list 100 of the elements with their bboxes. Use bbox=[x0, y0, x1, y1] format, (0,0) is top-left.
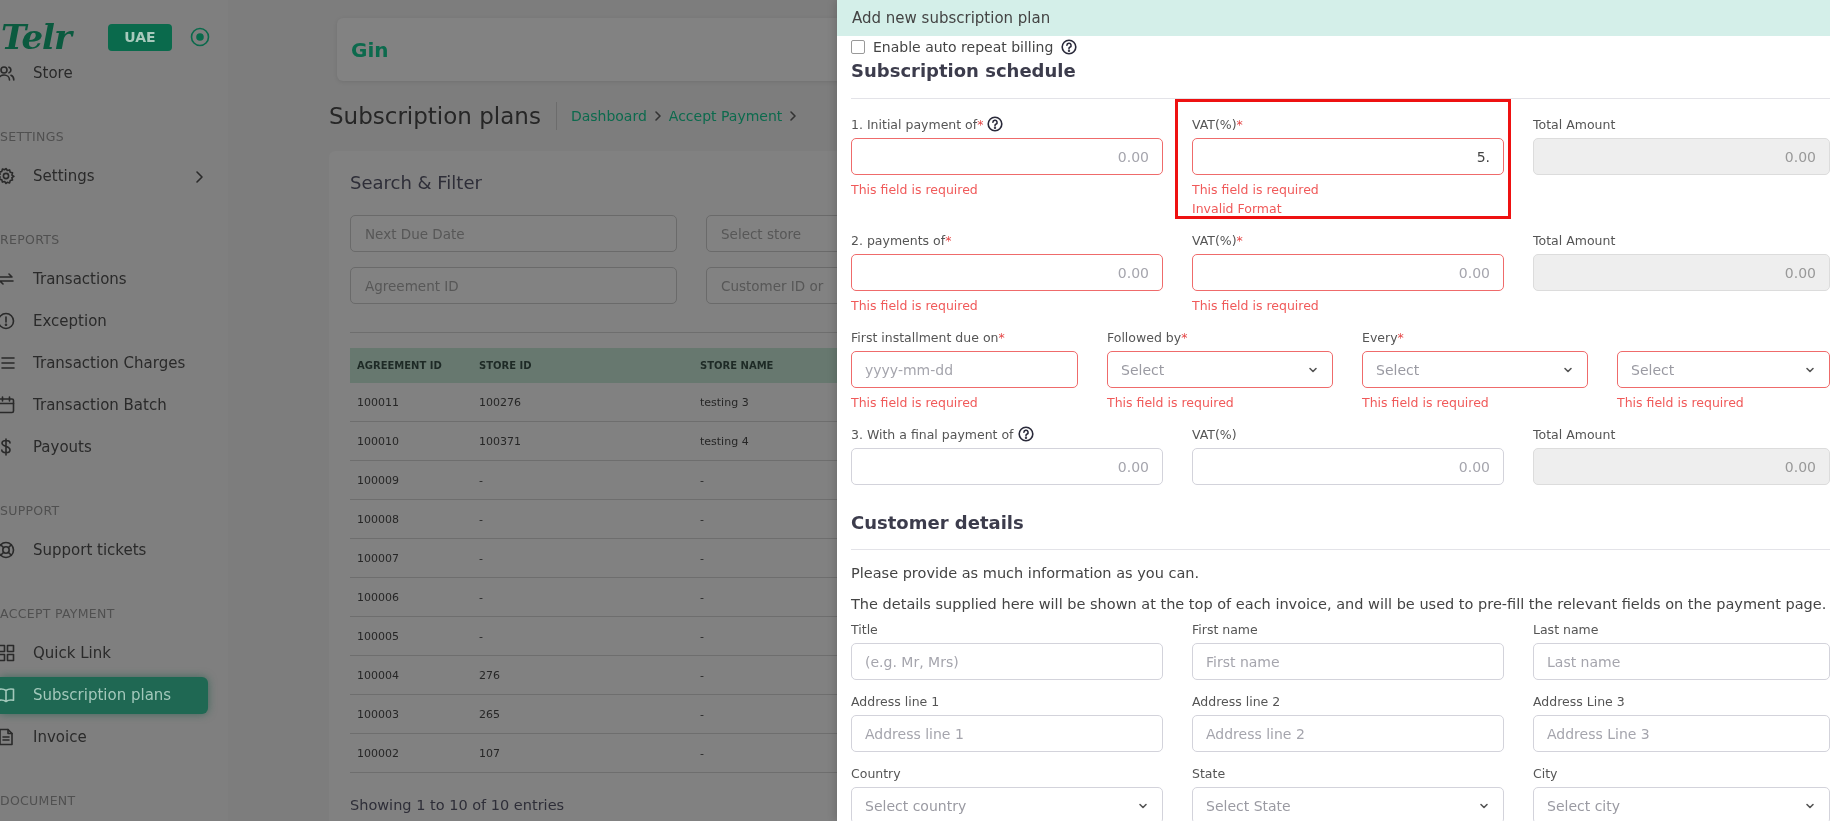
error-message: This field is required bbox=[851, 181, 979, 199]
table-cell-text: 100010 bbox=[356, 434, 400, 448]
sidebar-item[interactable]: Subscription plans bbox=[0, 676, 208, 714]
field-label: Total Amount bbox=[1533, 426, 1616, 442]
sidebar-item[interactable]: Settings bbox=[0, 157, 208, 195]
checkbox[interactable] bbox=[851, 40, 865, 54]
field-label: VAT(%)* bbox=[1192, 232, 1243, 248]
sidebar-item[interactable]: Invoice bbox=[0, 718, 208, 756]
field-label: Last name bbox=[1533, 621, 1599, 637]
calendar-icon bbox=[0, 396, 15, 414]
users-icon bbox=[0, 64, 15, 82]
table-cell-text: 100008 bbox=[356, 512, 400, 526]
error-message: Invalid Format bbox=[1192, 200, 1283, 218]
table-cell-text: testing 4 bbox=[699, 434, 750, 448]
field-label: Total Amount bbox=[1533, 116, 1616, 132]
table-footer: Showing 1 to 10 of 10 entries bbox=[350, 795, 837, 815]
table-cell-text: - bbox=[699, 668, 705, 682]
amount-field[interactable]: 0.00 bbox=[1192, 448, 1504, 485]
section-title: Customer details bbox=[851, 511, 1830, 550]
table-cell-text: - bbox=[699, 551, 705, 565]
sidebar-item[interactable]: Transactions bbox=[0, 260, 208, 298]
table-cell-text: 100004 bbox=[356, 668, 400, 682]
table-cell-text: 107 bbox=[478, 746, 501, 760]
alert-icon bbox=[0, 312, 15, 330]
field-label: Address line 1 bbox=[851, 693, 940, 709]
region-badge[interactable]: UAE bbox=[108, 23, 172, 51]
table-cell-text: 100005 bbox=[356, 629, 400, 643]
error-message: This field is required bbox=[1192, 181, 1320, 199]
table-cell-text: - bbox=[699, 590, 705, 604]
column-header: AGREEMENT ID bbox=[356, 360, 443, 371]
field-label: City bbox=[1533, 765, 1558, 781]
table-cell-text: 100371 bbox=[478, 434, 522, 448]
field-label: State bbox=[1192, 765, 1226, 781]
table-cell-text: - bbox=[699, 512, 705, 526]
field-label: 1. Initial payment of* bbox=[851, 116, 984, 132]
list-icon bbox=[0, 354, 15, 372]
sidebar-item[interactable]: Transaction Charges bbox=[0, 344, 208, 382]
lifebuoy-icon bbox=[0, 541, 15, 559]
field-label: 2. payments of* bbox=[851, 232, 952, 248]
select-field[interactable]: Select bbox=[1107, 351, 1333, 388]
table-cell-text: - bbox=[478, 629, 484, 643]
error-message: This field is required bbox=[851, 394, 979, 412]
sidebar-item[interactable]: Support tickets bbox=[0, 531, 208, 569]
field-label: Every* bbox=[1362, 329, 1404, 345]
sidebar-item[interactable]: Exception bbox=[0, 302, 208, 340]
table-cell-text: 100006 bbox=[356, 590, 400, 604]
field-label: VAT(%) bbox=[1192, 426, 1237, 442]
table-cell-text: 100002 bbox=[356, 746, 400, 760]
table-cell-text: 100011 bbox=[356, 395, 400, 409]
field-label: Country bbox=[851, 765, 901, 781]
field-label: Followed by* bbox=[1107, 329, 1188, 345]
info-text: The details supplied here will be shown at the top of each invoice, and will be used to pre-fill the relevant fields on the payment page. bbox=[851, 595, 1828, 614]
table-cell-text: - bbox=[699, 629, 705, 643]
table-cell-text: 100003 bbox=[356, 707, 400, 721]
sidebar-item[interactable]: Quick Link bbox=[0, 634, 208, 672]
drawer-title: Add new subscription plan bbox=[837, 0, 1830, 36]
grid-icon bbox=[0, 644, 15, 662]
amount-field[interactable]: 0.00 bbox=[851, 254, 1163, 291]
amount-field[interactable]: 0.00 bbox=[851, 138, 1163, 175]
table-cell-text: - bbox=[478, 473, 484, 487]
table-cell-text: - bbox=[478, 551, 484, 565]
select-field[interactable]: Select State bbox=[1192, 787, 1504, 821]
table-cell-text: 265 bbox=[478, 707, 501, 721]
chevron-icon bbox=[652, 109, 663, 123]
table-cell-text: - bbox=[699, 746, 705, 760]
table-cell-text: 100007 bbox=[356, 551, 400, 565]
book-icon bbox=[0, 686, 15, 704]
sidebar-item[interactable]: Store bbox=[0, 54, 208, 92]
arrows-icon bbox=[0, 270, 15, 288]
gear-icon bbox=[0, 167, 15, 185]
table-cell-text: 100009 bbox=[356, 473, 400, 487]
field-label: First installment due on* bbox=[851, 329, 1005, 345]
amount-field[interactable]: 0.00 bbox=[1192, 254, 1504, 291]
error-message: This field is required bbox=[1617, 394, 1745, 412]
select-field[interactable]: Select country bbox=[851, 787, 1163, 821]
table-cell-text: - bbox=[478, 590, 484, 604]
table-cell-text: - bbox=[699, 473, 705, 487]
field-label: First name bbox=[1192, 621, 1258, 637]
sidebar-item[interactable]: Payouts bbox=[0, 428, 208, 466]
select-field[interactable]: Select bbox=[1362, 351, 1588, 388]
date-field[interactable]: yyyy-mm-dd bbox=[851, 351, 1078, 388]
select-field[interactable]: Select city bbox=[1533, 787, 1830, 821]
logo: Telr bbox=[1, 17, 108, 57]
select-field[interactable]: Select bbox=[1617, 351, 1830, 388]
document-icon bbox=[0, 728, 15, 746]
info-text: Please provide as much information as you can. bbox=[851, 564, 1201, 583]
error-message: This field is required bbox=[851, 297, 979, 315]
error-message: This field is required bbox=[1192, 297, 1320, 315]
table-cell-text: testing 3 bbox=[699, 395, 750, 409]
amount-field[interactable]: 5. bbox=[1192, 138, 1504, 175]
section-title: Subscription schedule bbox=[851, 61, 1830, 99]
checkbox-label: Enable auto repeat billing bbox=[873, 39, 1054, 55]
table-cell-text: - bbox=[478, 512, 484, 526]
field-label: Title bbox=[851, 621, 878, 637]
amount-field[interactable]: 0.00 bbox=[851, 448, 1163, 485]
sidebar-item[interactable]: Transaction Batch bbox=[0, 386, 208, 424]
column-header: STORE ID bbox=[478, 360, 533, 371]
field-label: VAT(%)* bbox=[1192, 116, 1243, 132]
table-cell-text: 100276 bbox=[478, 395, 522, 409]
table-cell-text: - bbox=[699, 707, 705, 721]
